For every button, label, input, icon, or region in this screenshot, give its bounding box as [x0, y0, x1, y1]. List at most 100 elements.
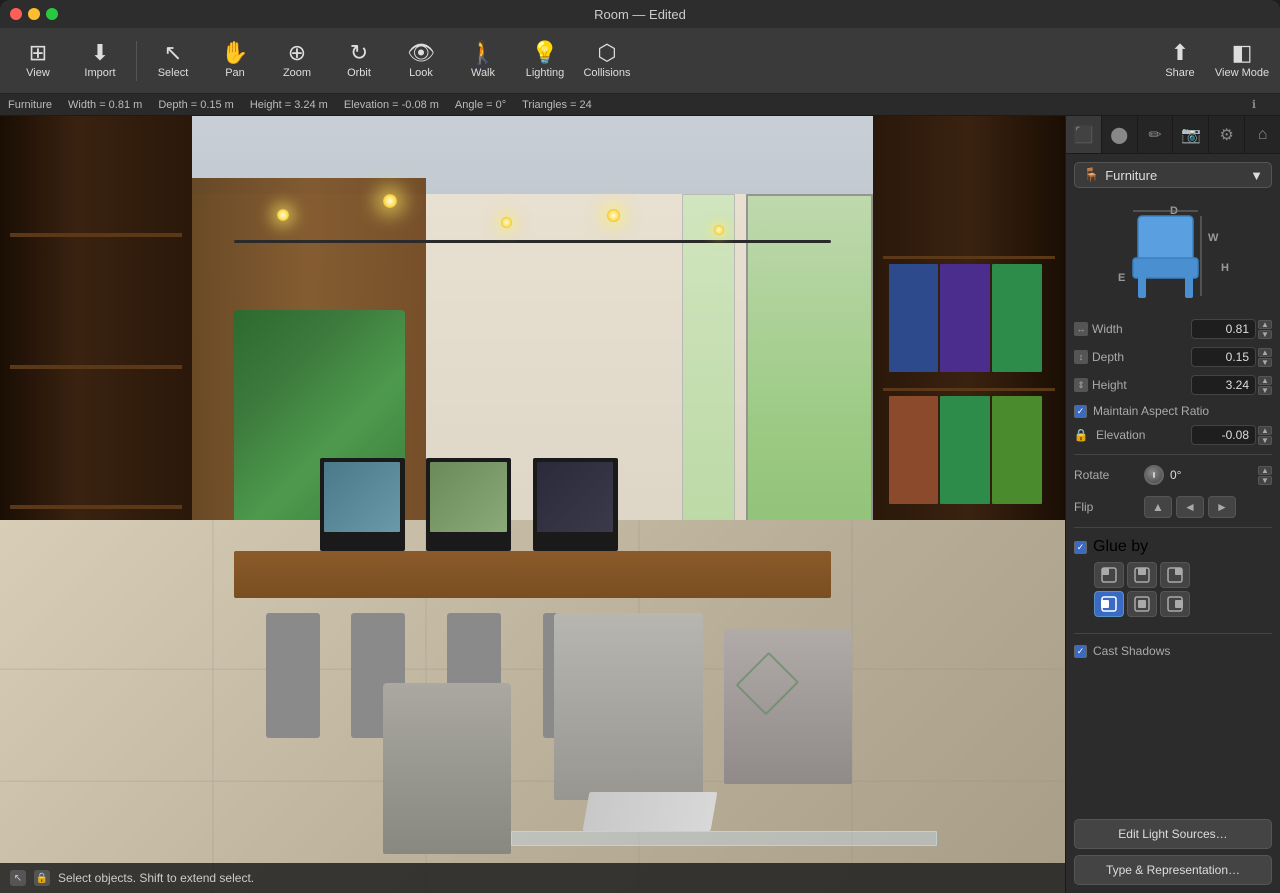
tab-camera[interactable]: 📷	[1173, 116, 1209, 153]
chevron-down-icon: ▼	[1250, 168, 1263, 183]
maintain-aspect-ratio-label: Maintain Aspect Ratio	[1093, 404, 1209, 418]
share-icon: ⬆	[1171, 42, 1189, 64]
pan-label: Pan	[225, 67, 245, 79]
width-row: ↔ Width 0.81 ▲ ▼	[1074, 316, 1272, 342]
bottom-buttons: Edit Light Sources… Type & Representatio…	[1066, 811, 1280, 893]
rotate-decrement[interactable]: ▼	[1258, 476, 1272, 485]
view-mode-button[interactable]: ◧ View Mode	[1212, 34, 1272, 88]
cast-shadows-label: Cast Shadows	[1093, 644, 1170, 658]
window-title: Room — Edited	[594, 7, 686, 22]
height-stepper[interactable]: ▲ ▼	[1258, 376, 1272, 395]
orbit-icon: ↻	[350, 42, 368, 64]
properties-section: ↔ Width 0.81 ▲ ▼ ↕ Depth 0.1	[1066, 316, 1280, 811]
svg-text:E: E	[1118, 272, 1125, 284]
select-button[interactable]: ↖ Select	[143, 34, 203, 88]
tab-settings[interactable]: ⚙	[1209, 116, 1245, 153]
width-decrement[interactable]: ▼	[1258, 330, 1272, 339]
cast-shadows-checkbox[interactable]	[1074, 645, 1087, 658]
furniture-dropdown-left: 🪑 Furniture	[1083, 167, 1157, 183]
pan-button[interactable]: ✋ Pan	[205, 34, 265, 88]
aspect-ratio-row: Maintain Aspect Ratio	[1074, 400, 1272, 422]
glue-middle-right[interactable]	[1160, 591, 1190, 617]
armchair-1	[383, 683, 511, 854]
depth-dimension-icon: ↕	[1074, 350, 1088, 364]
maintain-aspect-ratio-checkbox[interactable]	[1074, 405, 1087, 418]
depth-stepper[interactable]: ▲ ▼	[1258, 348, 1272, 367]
rotate-knob[interactable]	[1144, 465, 1164, 485]
height-decrement[interactable]: ▼	[1258, 386, 1272, 395]
right-panel: ⬛ ⬤ ✏ 📷 ⚙ ⌂ 🪑 Furniture ▼	[1065, 116, 1280, 893]
viewport[interactable]: ↖ 🔒 Select objects. Shift to extend sele…	[0, 116, 1065, 893]
zoom-button[interactable]: ⊕ Zoom	[267, 34, 327, 88]
glue-top-right[interactable]	[1160, 562, 1190, 588]
shelf-1	[10, 233, 183, 237]
lighting-button[interactable]: 💡 Lighting	[515, 34, 575, 88]
tab-home[interactable]: ⌂	[1245, 116, 1280, 153]
flip-horizontal-right-button[interactable]: ►	[1208, 496, 1236, 518]
height-value[interactable]: 3.24	[1191, 375, 1256, 395]
tab-materials[interactable]: ⬤	[1102, 116, 1138, 153]
rotate-increment[interactable]: ▲	[1258, 466, 1272, 475]
edit-light-sources-button[interactable]: Edit Light Sources…	[1074, 819, 1272, 849]
width-input-container: 0.81 ▲ ▼	[1144, 319, 1272, 339]
lock-icon: 🔒	[1074, 428, 1088, 442]
glue-checkbox[interactable]	[1074, 541, 1087, 554]
collisions-icon: ⬡	[597, 42, 616, 64]
minimize-button[interactable]	[28, 8, 40, 20]
flip-buttons: ▲ ◄ ►	[1144, 496, 1236, 518]
glue-top-left[interactable]	[1094, 562, 1124, 588]
glue-middle-center[interactable]	[1127, 591, 1157, 617]
height-increment[interactable]: ▲	[1258, 376, 1272, 385]
lighting-icon: 💡	[531, 42, 558, 64]
maximize-button[interactable]	[46, 8, 58, 20]
depth-label: Depth	[1092, 350, 1124, 364]
view-button[interactable]: ⊞ View	[8, 34, 68, 88]
rotate-stepper[interactable]: ▲ ▼	[1258, 466, 1272, 485]
info-elevation: Elevation = -0.08 m	[344, 99, 439, 111]
view-mode-icon: ◧	[1232, 42, 1253, 64]
height-label-container: ⇕ Height	[1074, 378, 1144, 392]
armchair-3	[724, 629, 852, 784]
look-button[interactable]: 👁 Look	[391, 34, 451, 88]
share-button[interactable]: ⬆ Share	[1150, 34, 1210, 88]
elevation-label: Elevation	[1096, 428, 1145, 442]
depth-increment[interactable]: ▲	[1258, 348, 1272, 357]
title-bar: Room — Edited	[0, 0, 1280, 28]
elevation-increment[interactable]: ▲	[1258, 426, 1272, 435]
elevation-stepper[interactable]: ▲ ▼	[1258, 426, 1272, 445]
depth-value[interactable]: 0.15	[1191, 347, 1256, 367]
orbit-button[interactable]: ↻ Orbit	[329, 34, 389, 88]
tab-object[interactable]: ⬛	[1066, 116, 1102, 153]
furniture-dropdown[interactable]: 🪑 Furniture ▼	[1074, 162, 1272, 188]
laptop	[582, 792, 717, 831]
walk-button[interactable]: 🚶 Walk	[453, 34, 513, 88]
glue-label: Glue by	[1093, 538, 1148, 556]
collisions-label: Collisions	[583, 67, 630, 79]
collisions-button[interactable]: ⬡ Collisions	[577, 34, 637, 88]
rotate-value: 0°	[1170, 468, 1256, 482]
light-3	[501, 217, 512, 228]
elevation-decrement[interactable]: ▼	[1258, 436, 1272, 445]
height-row: ⇕ Height 3.24 ▲ ▼	[1074, 372, 1272, 398]
flip-vertical-button[interactable]: ▲	[1144, 496, 1172, 518]
info-icon: ℹ	[1252, 98, 1256, 111]
width-value[interactable]: 0.81	[1191, 319, 1256, 339]
glue-middle-left[interactable]	[1094, 591, 1124, 617]
import-button[interactable]: ⬇ Import	[70, 34, 130, 88]
type-representation-button[interactable]: Type & Representation…	[1074, 855, 1272, 885]
depth-decrement[interactable]: ▼	[1258, 358, 1272, 367]
info-angle: Angle = 0°	[455, 99, 506, 111]
tab-pen[interactable]: ✏	[1138, 116, 1174, 153]
width-dimension-icon: ↔	[1074, 322, 1088, 336]
width-increment[interactable]: ▲	[1258, 320, 1272, 329]
glue-top-center[interactable]	[1127, 562, 1157, 588]
width-stepper[interactable]: ▲ ▼	[1258, 320, 1272, 339]
look-icon: 👁	[407, 42, 435, 64]
elevation-value[interactable]: -0.08	[1191, 425, 1256, 445]
flip-horizontal-left-button[interactable]: ◄	[1176, 496, 1204, 518]
select-label: Select	[158, 67, 189, 79]
close-button[interactable]	[10, 8, 22, 20]
light-track	[234, 240, 830, 243]
zoom-icon: ⊕	[288, 42, 306, 64]
r-shelf-2	[883, 388, 1056, 391]
